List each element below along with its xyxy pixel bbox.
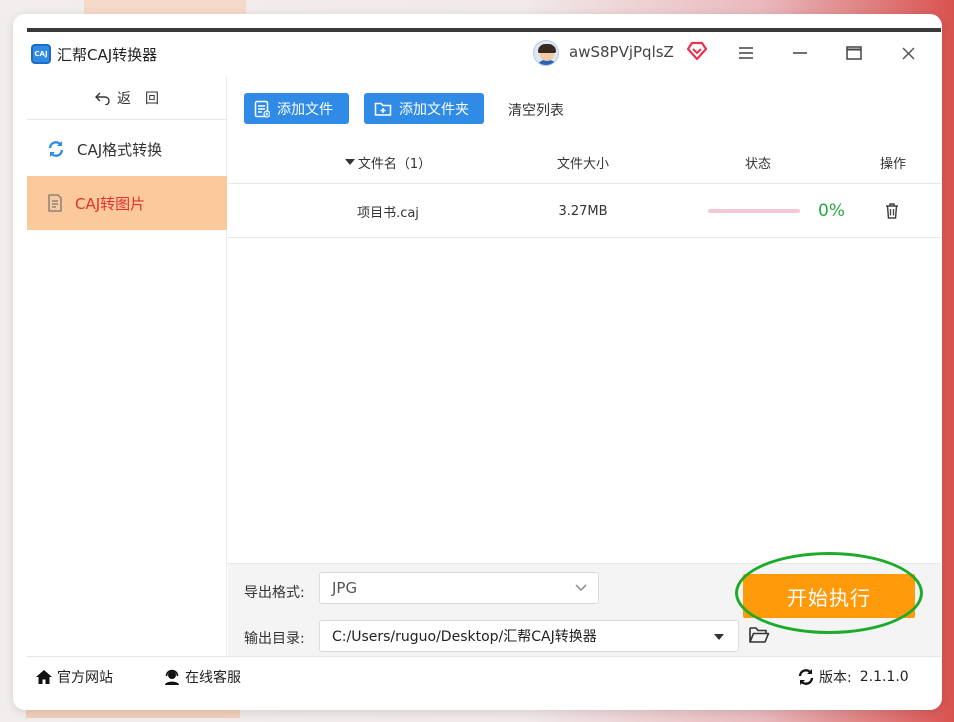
refresh-icon [48, 141, 64, 157]
progress-bar [708, 209, 800, 213]
sort-down-icon [344, 159, 355, 165]
clear-list-button[interactable]: 清空列表 [508, 100, 564, 120]
version-info: 版本: 2.1.1.0 [797, 657, 909, 697]
add-file-icon [254, 100, 270, 118]
sidebar-item-caj-to-image[interactable]: CAJ转图片 [27, 176, 227, 230]
back-label: 返 回 [117, 90, 159, 107]
version-value: 2.1.1.0 [859, 669, 909, 685]
app-logo-icon: CAJ [31, 44, 51, 64]
maximize-icon[interactable] [843, 42, 865, 64]
column-filename[interactable]: 文件名（1） [298, 140, 478, 184]
output-dir-label: 输出目录: [244, 631, 305, 647]
vip-diamond-icon[interactable] [686, 41, 708, 61]
app-logo-text: CAJ [34, 50, 48, 58]
file-size: 3.27MB [558, 203, 608, 219]
delete-icon[interactable] [882, 201, 902, 221]
add-folder-label: 添加文件夹 [399, 101, 469, 118]
table-row[interactable]: 项目书.caj 3.27MB 0% [228, 184, 941, 238]
back-arrow-icon [95, 92, 110, 105]
title-bar: CAJ 汇帮CAJ转换器 awS8PVjPqlsZ [27, 32, 941, 76]
export-format-select[interactable]: JPG [319, 572, 599, 604]
close-icon[interactable] [897, 42, 919, 64]
online-support-label: 在线客服 [185, 670, 241, 686]
export-format-value: JPG [332, 579, 358, 597]
customer-service-icon [165, 669, 179, 685]
user-avatar[interactable] [533, 40, 559, 66]
official-website-label: 官方网站 [57, 670, 113, 686]
dropdown-caret-icon [714, 634, 724, 640]
output-dir-value: C:/Users/ruguo/Desktop/汇帮CAJ转换器 [332, 629, 597, 645]
add-file-label: 添加文件 [277, 101, 333, 118]
update-refresh-icon[interactable] [797, 668, 815, 686]
background-strip-top [84, 0, 246, 14]
export-format-label: 导出格式: [244, 585, 305, 601]
column-filesize: 文件大小 [556, 156, 609, 172]
official-website-link[interactable]: 官方网站 [35, 657, 113, 697]
open-folder-icon[interactable] [748, 625, 770, 645]
home-icon [36, 670, 52, 684]
app-window: CAJ 汇帮CAJ转换器 awS8PVjPqlsZ 返 回 CAJ格式转换 CA… [13, 14, 942, 710]
status-bar: 官方网站 在线客服 版本: 2.1.1.0 [27, 656, 941, 696]
file-name: 项目书.caj [357, 205, 419, 221]
column-operation: 操作 [879, 156, 906, 172]
menu-icon[interactable] [735, 42, 757, 64]
file-table-header: 文件名（1） 文件大小 状态 操作 [228, 140, 941, 184]
document-icon [48, 194, 62, 212]
add-file-button[interactable]: 添加文件 [244, 93, 349, 124]
sidebar-item-label: CAJ转图片 [75, 194, 146, 213]
add-folder-icon [374, 102, 392, 116]
version-label: 版本: [819, 670, 852, 686]
highlight-ring-annotation [735, 552, 923, 634]
chevron-down-icon [575, 584, 587, 592]
sidebar-item-caj-format-convert[interactable]: CAJ格式转换 [27, 123, 227, 175]
progress-percent: 0% [818, 201, 845, 221]
sidebar: 返 回 CAJ格式转换 CAJ转图片 [27, 76, 227, 656]
online-support-link[interactable]: 在线客服 [163, 657, 241, 697]
username[interactable]: awS8PVjPqlsZ [569, 43, 674, 61]
column-filename-label: 文件名（1） [357, 156, 432, 172]
column-status: 状态 [744, 156, 771, 172]
add-folder-button[interactable]: 添加文件夹 [364, 93, 484, 124]
app-title: 汇帮CAJ转换器 [57, 46, 158, 64]
minimize-icon[interactable] [789, 42, 811, 64]
output-dir-select[interactable]: C:/Users/ruguo/Desktop/汇帮CAJ转换器 [319, 620, 739, 652]
back-button[interactable]: 返 回 [27, 76, 227, 120]
sidebar-item-label: CAJ格式转换 [77, 140, 163, 159]
